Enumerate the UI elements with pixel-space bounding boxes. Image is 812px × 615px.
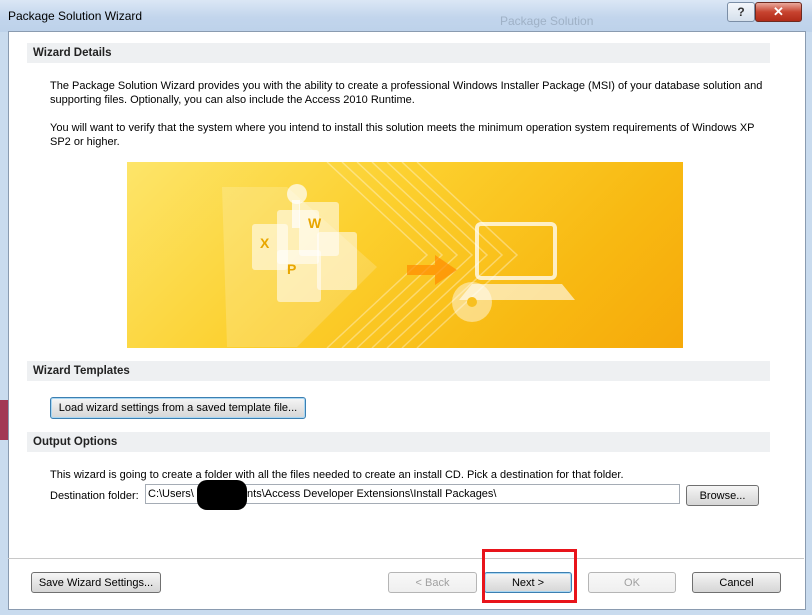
package-illustration-icon: W X P [222, 162, 575, 348]
save-wizard-settings-button[interactable]: Save Wizard Settings... [31, 572, 161, 593]
description-line: The Package Solution Wizard provides you… [50, 80, 763, 92]
load-template-button[interactable]: Load wizard settings from a saved templa… [50, 397, 306, 419]
description-line: supporting files. Optionally, you can al… [50, 94, 415, 106]
close-button[interactable]: ✕ [755, 2, 802, 22]
background-window-title: Package Solution [500, 14, 594, 28]
wizard-details-header: Wizard Details [27, 43, 770, 63]
requirements-line: SP2 or higher. [50, 136, 120, 148]
svg-text:P: P [287, 261, 296, 277]
ok-button[interactable]: OK [588, 572, 676, 593]
browse-button[interactable]: Browse... [686, 485, 759, 506]
svg-text:X: X [260, 235, 270, 251]
help-button[interactable]: ? [727, 2, 755, 22]
title-bar[interactable]: Package Solution Package Solution Wizard… [0, 0, 812, 32]
wizard-templates-header: Wizard Templates [27, 361, 770, 381]
output-description: This wizard is going to create a folder … [50, 469, 624, 481]
cancel-button[interactable]: Cancel [692, 572, 781, 593]
help-icon: ? [737, 5, 745, 19]
close-icon: ✕ [773, 4, 784, 19]
redaction-mark [197, 480, 247, 510]
back-button[interactable]: < Back [388, 572, 477, 593]
next-highlight-annotation [482, 549, 577, 603]
window-title: Package Solution Wizard [8, 9, 143, 23]
wizard-details-requirements: You will want to verify that the system … [50, 121, 770, 149]
svg-text:W: W [308, 215, 322, 231]
requirements-line: You will want to verify that the system … [50, 122, 755, 134]
background-window-edge [0, 400, 8, 440]
destination-folder-label: Destination folder: [50, 490, 139, 502]
output-options-header: Output Options [27, 432, 770, 452]
footer-separator [8, 558, 804, 559]
package-illustration-banner: W X P [127, 162, 683, 348]
wizard-details-description: The Package Solution Wizard provides you… [50, 79, 770, 107]
